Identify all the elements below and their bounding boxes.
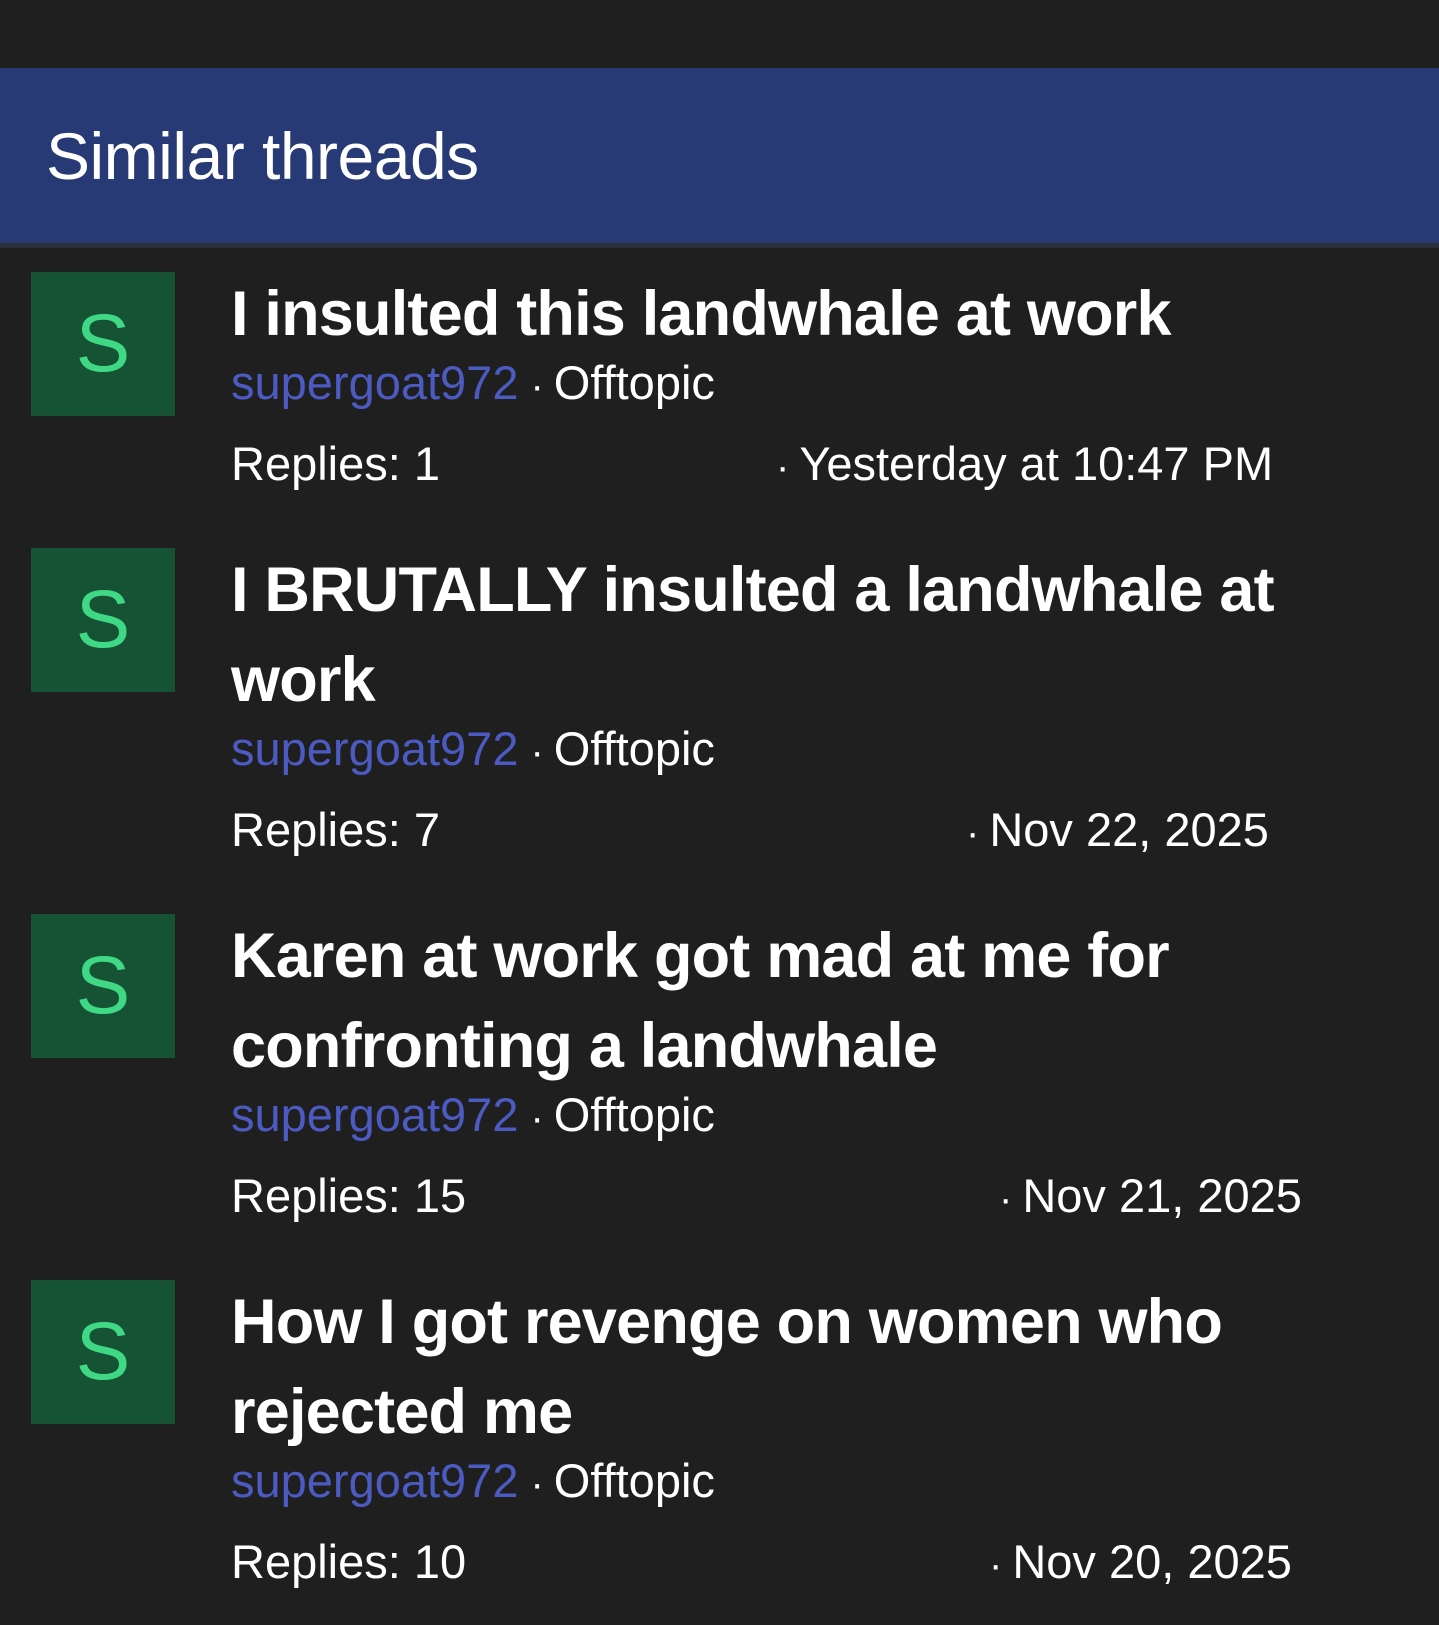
- avatar-letter: S: [75, 298, 131, 389]
- author-link[interactable]: supergoat972: [231, 1454, 518, 1507]
- thread-date-wrap: · Nov 21, 2025: [999, 1166, 1302, 1229]
- top-bar: [0, 0, 1439, 68]
- separator: ·: [776, 445, 790, 489]
- avatar-letter: S: [75, 940, 131, 1031]
- avatar[interactable]: S: [31, 272, 175, 416]
- avatar-letter: S: [75, 1306, 131, 1397]
- avatar-letter: S: [75, 574, 131, 665]
- author-link[interactable]: supergoat972: [231, 722, 518, 775]
- thread-date[interactable]: Nov 21, 2025: [1022, 1169, 1302, 1222]
- replies-label: Replies:: [231, 1169, 401, 1222]
- thread-meta: supergoat972 · Offtopic: [231, 1085, 1391, 1148]
- thread-stats: Replies: 1 · Yesterday at 10:47 PM: [231, 434, 1391, 494]
- replies-label: Replies:: [231, 1535, 401, 1588]
- avatar[interactable]: S: [31, 914, 175, 1058]
- thread-body: How I got revenge on women who rejected …: [231, 1280, 1391, 1592]
- thread-title[interactable]: I insulted this landwhale at work: [231, 269, 1391, 359]
- thread-body: I insulted this landwhale at work superg…: [231, 272, 1391, 494]
- section-title: Similar threads: [46, 118, 479, 193]
- thread-meta: supergoat972 · Offtopic: [231, 1451, 1391, 1514]
- thread-date-wrap: · Nov 20, 2025: [989, 1532, 1292, 1595]
- replies-count: 15: [413, 1169, 467, 1222]
- thread-date-wrap: · Yesterday at 10:47 PM: [776, 434, 1273, 497]
- separator: ·: [530, 1462, 544, 1506]
- separator: ·: [999, 1177, 1013, 1221]
- thread-body: Karen at work got mad at me for confront…: [231, 914, 1391, 1226]
- separator: ·: [530, 730, 544, 774]
- replies-label: Replies:: [231, 803, 401, 856]
- thread-title[interactable]: I BRUTALLY insulted a landwhale at work: [231, 545, 1391, 725]
- thread-title[interactable]: Karen at work got mad at me for confront…: [231, 911, 1391, 1091]
- replies-count: 7: [413, 803, 441, 856]
- author-link[interactable]: supergoat972: [231, 1088, 518, 1141]
- thread-date[interactable]: Nov 22, 2025: [989, 803, 1269, 856]
- thread-stats: Replies: 15 · Nov 21, 2025: [231, 1166, 1391, 1226]
- separator: ·: [989, 1543, 1003, 1587]
- replies-count: 10: [413, 1535, 467, 1588]
- avatar[interactable]: S: [31, 548, 175, 692]
- thread-meta: supergoat972 · Offtopic: [231, 719, 1391, 782]
- forum-link[interactable]: Offtopic: [554, 1454, 715, 1507]
- forum-link[interactable]: Offtopic: [554, 356, 715, 409]
- section-header: Similar threads: [0, 68, 1439, 248]
- thread-date[interactable]: Yesterday at 10:47 PM: [799, 437, 1273, 490]
- thread-stats: Replies: 10 · Nov 20, 2025: [231, 1532, 1391, 1592]
- replies-count: 1: [413, 437, 441, 490]
- forum-link[interactable]: Offtopic: [554, 722, 715, 775]
- separator: ·: [530, 1096, 544, 1140]
- separator: ·: [530, 364, 544, 408]
- thread-body: I BRUTALLY insulted a landwhale at work …: [231, 548, 1391, 860]
- separator: ·: [966, 811, 980, 855]
- thread-date-wrap: · Nov 22, 2025: [966, 800, 1269, 863]
- thread-meta: supergoat972 · Offtopic: [231, 353, 1391, 416]
- thread-stats: Replies: 7 · Nov 22, 2025: [231, 800, 1391, 860]
- replies-label: Replies:: [231, 437, 401, 490]
- thread-date[interactable]: Nov 20, 2025: [1012, 1535, 1292, 1588]
- forum-link[interactable]: Offtopic: [554, 1088, 715, 1141]
- avatar[interactable]: S: [31, 1280, 175, 1424]
- author-link[interactable]: supergoat972: [231, 356, 518, 409]
- thread-title[interactable]: How I got revenge on women who rejected …: [231, 1277, 1391, 1457]
